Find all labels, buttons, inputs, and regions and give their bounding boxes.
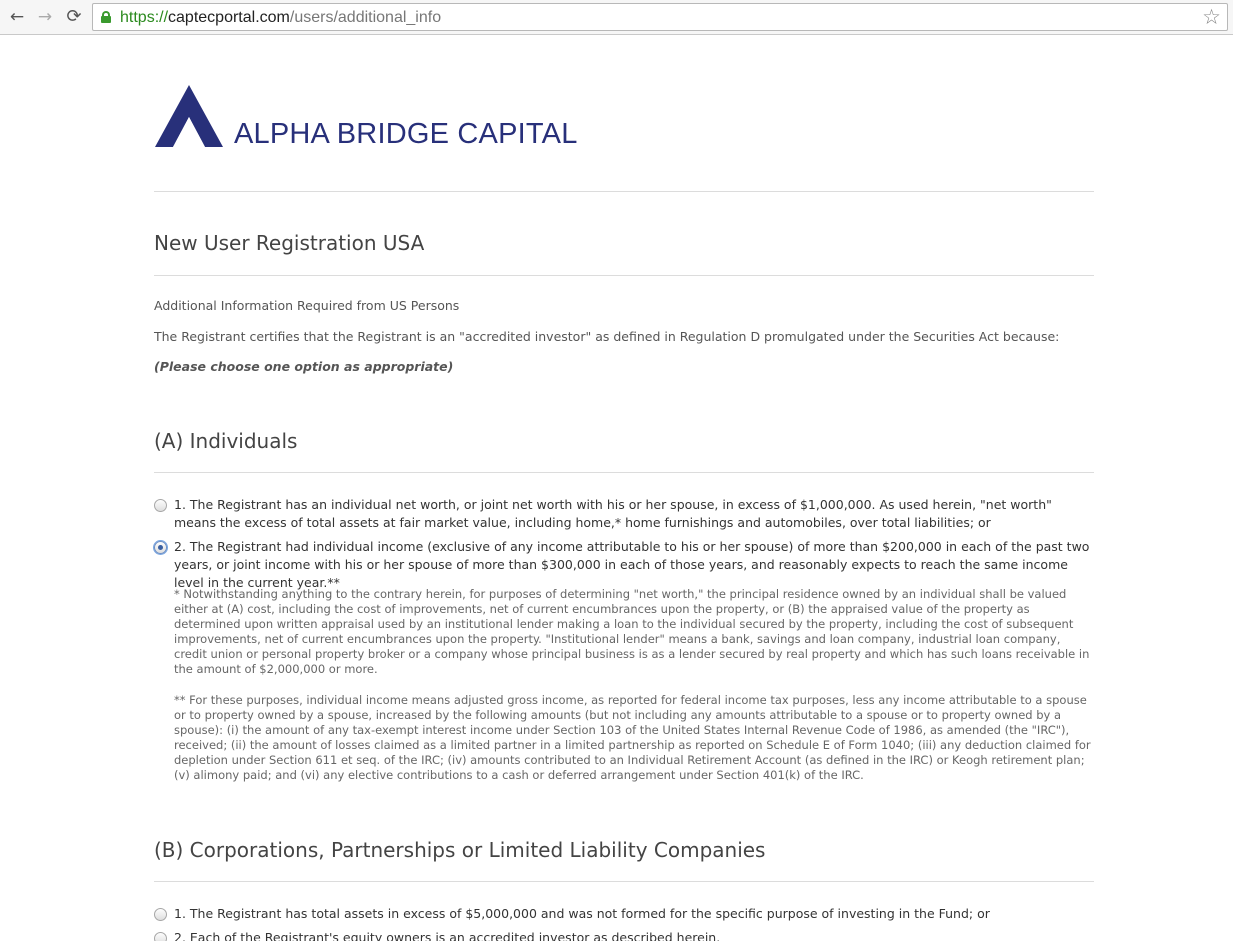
option-b1-label: 1. The Registrant has total assets in ex… <box>174 906 990 921</box>
brand-name: ALPHA BRIDGE CAPITAL <box>234 118 578 150</box>
address-bar[interactable]: https://captecportal.com/users/additiona… <box>92 3 1228 31</box>
alpha-bridge-logo-icon <box>155 85 223 147</box>
divider <box>154 472 1094 473</box>
instruction-text: (Please choose one option as appropriate… <box>154 359 454 374</box>
lock-icon <box>101 11 111 23</box>
option-b2-label: 2. Each of the Registrant's equity owner… <box>174 930 721 941</box>
intro-text: The Registrant certifies that the Regist… <box>154 329 1060 344</box>
back-arrow-icon[interactable]: ← <box>5 5 29 29</box>
url-path: /users/additional_info <box>289 9 442 26</box>
section-b-title: (B) Corporations, Partnerships or Limite… <box>154 838 766 862</box>
radio-b1[interactable] <box>154 908 167 921</box>
radio-a2[interactable] <box>154 541 167 554</box>
divider <box>154 191 1094 192</box>
option-a2-label: 2. The Registrant had individual income … <box>174 539 1090 590</box>
bookmark-star-icon[interactable]: ☆ <box>1202 5 1221 29</box>
url-scheme: https:// <box>120 9 169 26</box>
divider <box>154 881 1094 882</box>
footnote-net-worth: * Notwithstanding anything to the contra… <box>174 587 1090 676</box>
url-text[interactable]: https://captecportal.com/users/additiona… <box>120 8 441 27</box>
site-logo[interactable]: ALPHA BRIDGE CAPITAL <box>154 83 654 153</box>
divider <box>154 275 1094 276</box>
radio-a1[interactable] <box>154 499 167 512</box>
url-host: captecportal.com <box>168 9 290 26</box>
browser-toolbar: ← → ⟳ https://captecportal.com/users/add… <box>0 0 1233 35</box>
forward-arrow-icon[interactable]: → <box>33 5 57 29</box>
section-a-title: (A) Individuals <box>154 429 298 453</box>
option-a1-label: 1. The Registrant has an individual net … <box>174 497 1052 530</box>
reload-icon[interactable]: ⟳ <box>62 5 86 29</box>
page-title: New User Registration USA <box>154 231 425 255</box>
intro-heading: Additional Information Required from US … <box>154 298 460 313</box>
radio-b2[interactable] <box>154 932 167 941</box>
footnote-income: ** For these purposes, individual income… <box>174 693 1091 782</box>
